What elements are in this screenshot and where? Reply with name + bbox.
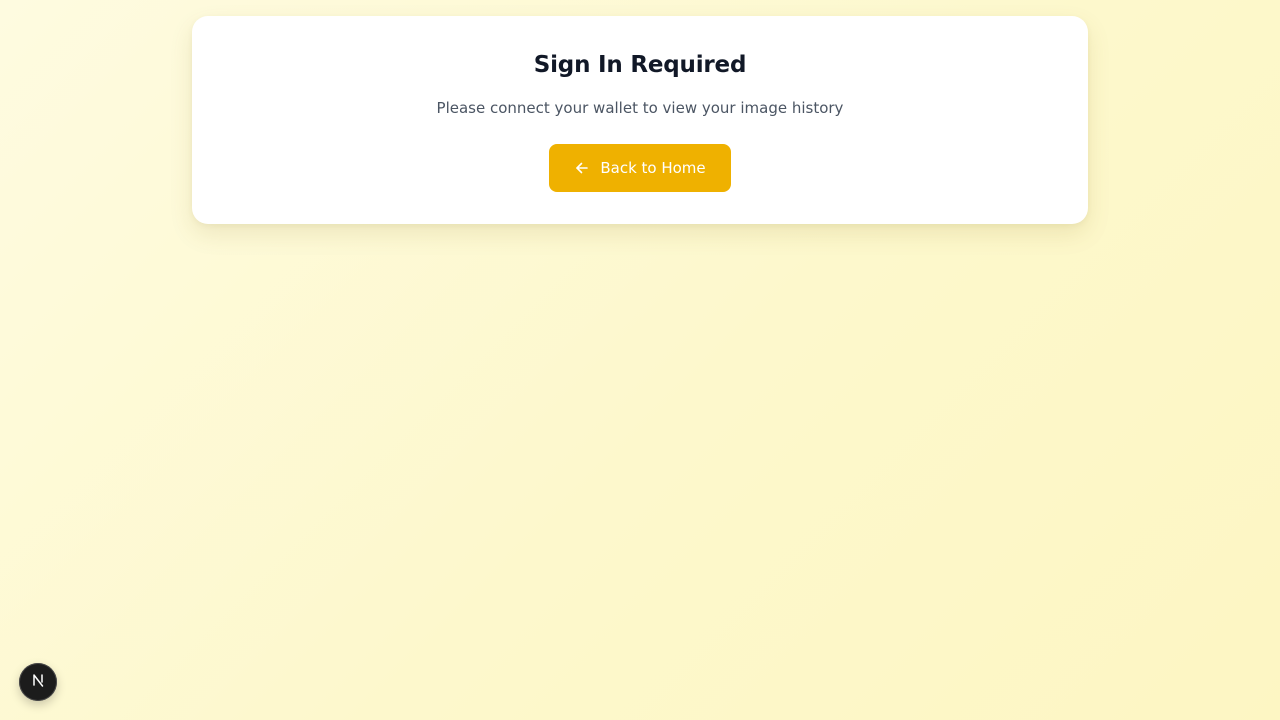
card-title: Sign In Required: [533, 52, 747, 78]
nextjs-dev-indicator[interactable]: [19, 663, 57, 701]
arrow-left-icon: [574, 160, 590, 176]
back-to-home-button[interactable]: Back to Home: [549, 144, 731, 192]
back-to-home-label: Back to Home: [600, 159, 706, 177]
card-message: Please connect your wallet to view your …: [436, 99, 844, 117]
nextjs-logo-icon: [30, 672, 46, 692]
sign-in-required-card: Sign In Required Please connect your wal…: [192, 16, 1088, 224]
